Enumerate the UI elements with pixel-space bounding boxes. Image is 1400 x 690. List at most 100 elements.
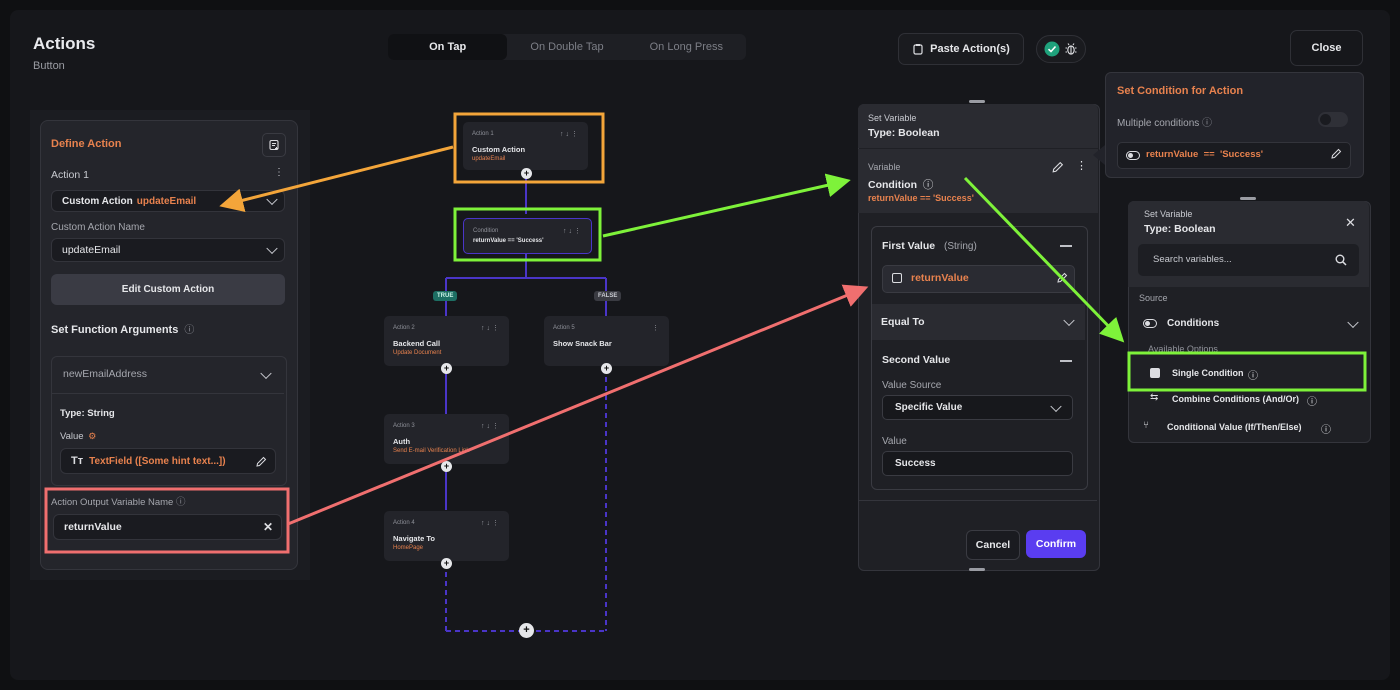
operator-value: Equal To [881,316,925,328]
branch-icon: ⑂ [1143,420,1149,431]
flow-node-condition[interactable]: Condition returnValue == 'Success' ↑↓⋮ [463,218,592,254]
node-subtitle: HomePage [393,545,424,551]
close-button[interactable]: Close [1290,30,1363,66]
add-node-plus-icon[interactable]: + [441,363,452,374]
divider [859,500,1097,501]
info-icon[interactable]: ⓘ [184,325,194,336]
variable-settings-icon[interactable]: ⚙ [88,431,96,441]
first-value-label-text: First Value [882,240,936,252]
collapse-icon[interactable] [1060,360,1072,362]
option-combine-conditions[interactable]: ⇆ Combine Conditions (And/Or) ⓘ [1150,392,1360,408]
edit-pencil-icon[interactable] [1056,272,1068,284]
argument-value-field[interactable]: Tт TextField ([Some hint text...]) [60,448,276,474]
add-action-button[interactable] [262,133,286,157]
option-conditional-value[interactable]: ⑂ Conditional Value (If/Then/Else) ⓘ [1143,420,1363,436]
add-node-plus-icon[interactable]: + [601,363,612,374]
first-value-label: First Value (String) [882,240,977,252]
node-controls[interactable]: ↑↓⋮ [481,422,501,430]
node-controls[interactable]: ↑↓⋮ [481,324,501,332]
argument-header[interactable]: newEmailAddress [52,357,284,394]
source-value: Conditions [1167,318,1220,329]
info-icon[interactable]: ⓘ [1321,421,1331,436]
operator-select[interactable]: Equal To [872,304,1085,340]
panel-handle[interactable] [969,568,985,571]
argument-value-label: Value ⚙ [60,431,96,442]
value-source-select[interactable]: Specific Value [882,395,1073,420]
set-variable-heading: Type: Boolean [868,127,940,139]
output-variable-input[interactable]: returnValue ✕ [53,514,282,540]
set-variable-small-heading: Set Variable [868,113,917,123]
single-condition-icon [1150,368,1160,378]
add-node-plus-icon[interactable]: + [519,623,534,638]
add-node-plus-icon[interactable]: + [441,461,452,472]
value-input[interactable]: Success [882,451,1073,476]
condition-row[interactable]: returnValue == 'Success' [1117,142,1351,169]
paste-actions-button[interactable]: Paste Action(s) [898,33,1024,65]
node-controls[interactable]: ↑↓⋮ [563,227,583,235]
tab-on-double-tap[interactable]: On Double Tap [507,34,626,60]
false-branch-badge: FALSE [594,291,622,301]
first-value-field[interactable]: returnValue [882,265,1075,293]
flow-node-action-4[interactable]: Action 4 Navigate To HomePage ↑↓⋮ [384,511,509,561]
chevron-down-icon [1063,314,1075,327]
output-variable-label-text: Action Output Variable Name [51,497,174,508]
flow-node-action-3[interactable]: Action 3 Auth Send E-mail Verification L… [384,414,509,464]
argument-name: newEmailAddress [63,368,148,380]
close-icon[interactable]: ✕ [1345,215,1356,231]
info-icon[interactable]: ⓘ [923,179,934,191]
node-subtitle: updateEmail [472,156,506,162]
info-icon[interactable]: ⓘ [1307,393,1317,408]
edit-pencil-icon[interactable] [1330,148,1342,160]
tab-on-long-press[interactable]: On Long Press [627,34,746,60]
condition-val: 'Success' [1219,149,1264,160]
more-vert-icon[interactable]: ⋮ [1076,159,1087,172]
tab-on-tap[interactable]: On Tap [388,34,508,60]
info-icon[interactable]: ⓘ [176,497,186,508]
multiple-conditions-label: Multiple conditions ⓘ [1117,114,1212,129]
info-icon[interactable]: ⓘ [1202,118,1212,129]
custom-action-name-value: updateEmail [62,244,121,256]
panel-handle[interactable] [969,100,985,103]
flow-node-action-5[interactable]: Action 5 Show Snack Bar ⋮ [544,316,669,366]
clear-icon[interactable]: ✕ [263,520,273,534]
search-variables-input[interactable]: Search variables... [1138,244,1359,276]
dialog-title: Actions [33,34,96,53]
info-icon[interactable]: ⓘ [1248,367,1258,382]
confirm-button[interactable]: Confirm [1026,530,1086,558]
node-controls[interactable]: ↑↓⋮ [560,130,580,138]
multiple-conditions-toggle[interactable] [1318,112,1348,127]
node-title: Auth [393,437,411,446]
multiple-conditions-text: Multiple conditions [1117,118,1200,129]
check-circle-icon [1044,41,1060,57]
dialog-subtitle: Button [33,60,65,72]
custom-action-name-select[interactable]: updateEmail [51,238,285,262]
panel-handle[interactable] [1240,197,1256,200]
node-controls[interactable]: ⋮ [652,324,661,332]
node-subtitle: Update Document [393,350,442,356]
node-index: Action 5 [553,325,575,331]
variable-name: Condition ⓘ [868,177,933,192]
action-type-value: Custom Action [62,195,133,207]
flow-node-action-1[interactable]: Action 1 Custom Action updateEmail ↑↓⋮ [463,122,588,170]
add-node-plus-icon[interactable]: + [441,558,452,569]
node-title: Navigate To [393,534,435,543]
debug-toggle[interactable] [1036,35,1086,63]
search-icon [1335,254,1347,266]
node-index: Action 3 [393,423,415,429]
edit-custom-action-button[interactable]: Edit Custom Action [51,274,285,305]
paste-icon [913,44,923,55]
available-options-label: Available Options [1148,344,1218,354]
node-controls[interactable]: ↑↓⋮ [481,519,501,527]
more-vert-icon[interactable]: ⋮ [274,167,284,178]
edit-pencil-icon[interactable] [255,456,267,468]
node-index: Action 1 [472,131,494,137]
cancel-button[interactable]: Cancel [966,530,1020,560]
option-single-condition[interactable]: Single Condition ⓘ [1150,366,1350,382]
source-select[interactable]: Conditions [1143,315,1361,333]
collapse-icon[interactable] [1060,245,1072,247]
add-node-plus-icon[interactable]: + [521,168,532,179]
picker-heading: Type: Boolean [1144,223,1216,235]
edit-pencil-icon[interactable] [1051,161,1064,174]
action-type-select[interactable]: Custom Action updateEmail [51,190,285,212]
flow-node-action-2[interactable]: Action 2 Backend Call Update Document ↑↓… [384,316,509,366]
